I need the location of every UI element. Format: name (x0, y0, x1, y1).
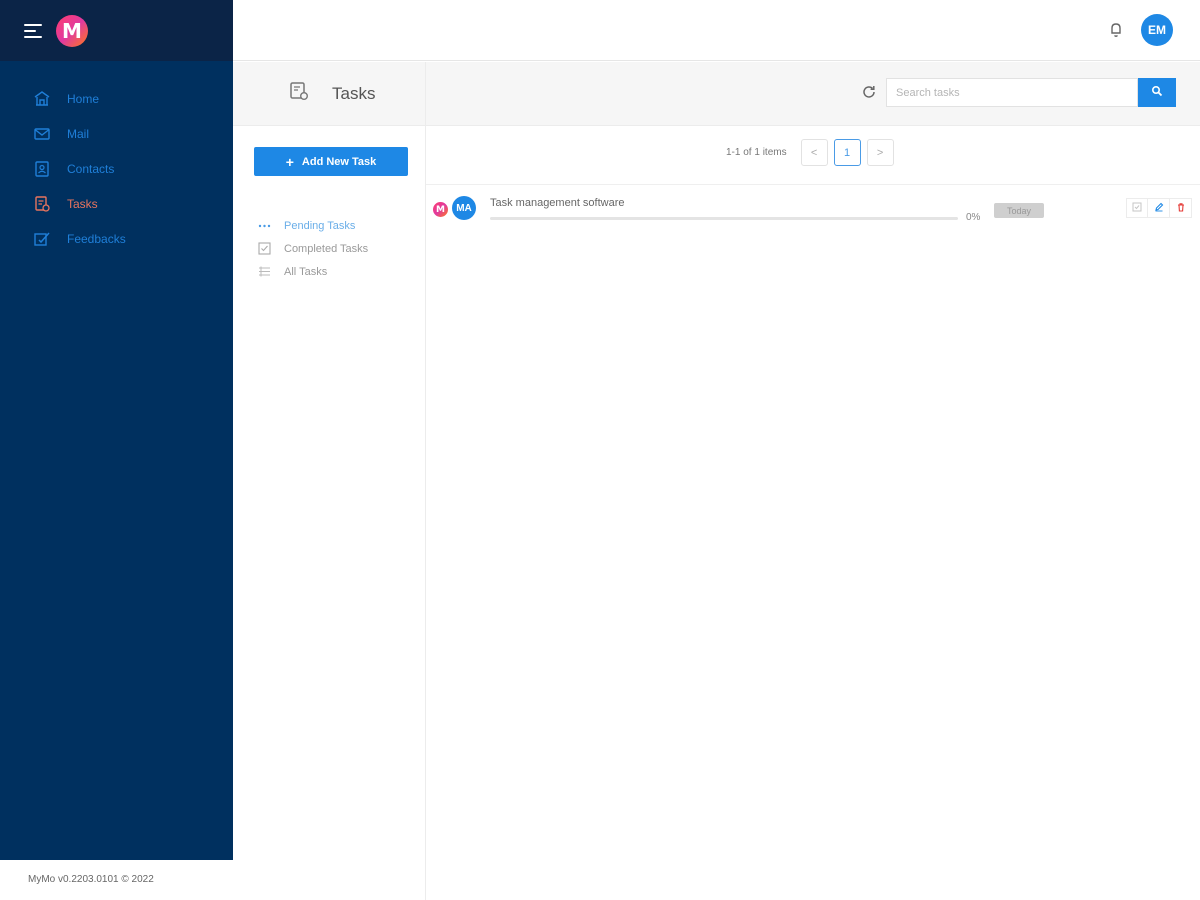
search-input[interactable] (886, 78, 1138, 107)
add-new-task-label: Add New Task (301, 155, 377, 168)
check-square-icon (1132, 199, 1142, 217)
add-new-task-button[interactable]: + Add New Task (254, 147, 408, 176)
task-progress-text: 0% (966, 212, 981, 223)
tasks-header-icon (288, 80, 310, 107)
sidebar-item-mail[interactable]: Mail (0, 116, 233, 151)
sidebar-item-contacts[interactable]: Contacts (0, 151, 233, 186)
sidebar-item-feedbacks[interactable]: Feedbacks (0, 221, 233, 256)
task-progress-bar (490, 217, 958, 220)
contacts-icon (33, 160, 51, 178)
task-actions (1126, 198, 1192, 218)
search-icon (1151, 85, 1163, 100)
plus-icon: + (285, 153, 294, 170)
top-bar: EM (233, 0, 1200, 61)
sidebar-nav: Home Mail Contacts Tasks Feedbacks (0, 61, 233, 256)
prev-page-button[interactable]: < (800, 139, 828, 166)
next-page-button[interactable]: > (866, 139, 894, 166)
sidebar-item-label: Home (67, 91, 100, 106)
delete-task-button[interactable] (1170, 198, 1192, 218)
page-title: Tasks (332, 83, 376, 103)
pencil-icon (1154, 199, 1164, 217)
due-date-badge: Today (994, 203, 1044, 218)
hamburger-menu-icon[interactable] (24, 23, 42, 38)
filter-label: All Tasks (284, 265, 328, 278)
sidebar-item-tasks[interactable]: Tasks (0, 186, 233, 221)
complete-task-button[interactable] (1126, 198, 1148, 218)
task-toolbar (426, 62, 1200, 126)
filter-label: Completed Tasks (284, 242, 369, 255)
checkbox-icon (258, 242, 271, 255)
filter-all-tasks[interactable]: All Tasks (258, 260, 368, 283)
tasks-icon (33, 195, 51, 213)
feedback-icon (33, 230, 51, 248)
app-version-footer: MyMo v0.2203.0101 © 2022 (28, 874, 154, 885)
mail-icon (33, 125, 51, 143)
sidebar-item-label: Tasks (67, 196, 98, 211)
divider (426, 184, 1200, 185)
filter-pending-tasks[interactable]: Pending Tasks (258, 214, 368, 237)
pagination: 1-1 of 1 items < 1 > (726, 139, 894, 166)
filter-label: Pending Tasks (284, 219, 356, 232)
sidebar-header: M (0, 0, 233, 61)
refresh-icon[interactable] (861, 84, 877, 100)
page-button-current[interactable]: 1 (833, 139, 861, 166)
dots-icon (258, 219, 271, 232)
bell-icon[interactable] (1108, 21, 1124, 39)
pagination-summary: 1-1 of 1 items (726, 147, 787, 158)
edit-task-button[interactable] (1148, 198, 1170, 218)
tasks-panel-header: Tasks (233, 62, 425, 126)
sidebar-item-home[interactable]: Home (0, 81, 233, 116)
sidebar-item-label: Contacts (67, 161, 115, 176)
sidebar: M Home Mail Contacts Tasks Feedbacks (0, 0, 233, 860)
task-list-area: 1-1 of 1 items < 1 > M MA Task managemen… (426, 62, 1200, 900)
table-row[interactable]: M MA Task management software 0% Today (426, 194, 1200, 234)
task-title[interactable]: Task management software (490, 197, 625, 209)
app-logo[interactable]: M (56, 14, 88, 47)
search-button[interactable] (1138, 78, 1176, 107)
trash-icon (1176, 199, 1186, 217)
task-filters: Pending Tasks Completed Tasks All Tasks (258, 214, 368, 283)
sidebar-item-label: Mail (67, 126, 90, 141)
list-icon (258, 265, 271, 278)
home-icon (33, 90, 51, 108)
user-avatar[interactable]: EM (1141, 14, 1173, 46)
sidebar-item-label: Feedbacks (67, 231, 126, 246)
source-app-logo: M (433, 202, 448, 217)
filter-completed-tasks[interactable]: Completed Tasks (258, 237, 368, 260)
tasks-filter-panel: Tasks + Add New Task Pending Tasks Compl… (233, 62, 426, 900)
assignee-avatar: MA (452, 196, 476, 220)
